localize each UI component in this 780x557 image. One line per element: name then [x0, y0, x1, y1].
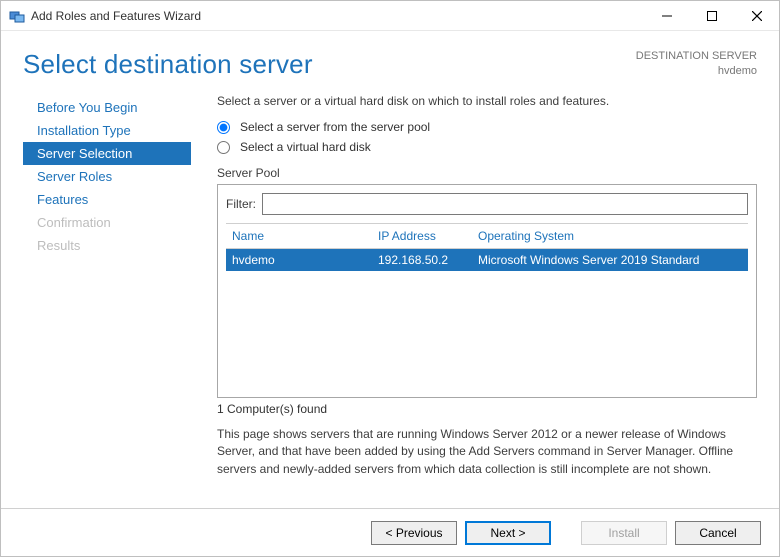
server-pool-box: Filter: Name IP Address Operating System… [217, 184, 757, 398]
maximize-button[interactable] [689, 1, 734, 30]
page-title: Select destination server [23, 49, 313, 80]
step-server-roles[interactable]: Server Roles [23, 165, 191, 188]
main-panel: Select a server or a virtual hard disk o… [191, 94, 757, 478]
radio-vhd-input[interactable] [217, 141, 230, 154]
button-bar: < Previous Next > Install Cancel [1, 508, 779, 556]
window-controls [644, 1, 779, 30]
destination-label: DESTINATION SERVER [636, 49, 757, 64]
radio-server-pool-input[interactable] [217, 121, 230, 134]
table-empty-area [226, 271, 748, 389]
computer-count: 1 Computer(s) found [217, 402, 757, 416]
table-row[interactable]: hvdemo 192.168.50.2 Microsoft Windows Se… [226, 249, 748, 271]
step-features[interactable]: Features [23, 188, 191, 211]
col-name[interactable]: Name [230, 229, 378, 243]
titlebar: Add Roles and Features Wizard [1, 1, 779, 31]
table-header: Name IP Address Operating System [226, 224, 748, 249]
radio-server-pool[interactable]: Select a server from the server pool [217, 120, 757, 134]
filter-input[interactable] [262, 193, 748, 215]
wizard-steps: Before You Begin Installation Type Serve… [23, 96, 191, 257]
server-pool-label: Server Pool [217, 166, 757, 180]
radio-server-pool-label: Select a server from the server pool [240, 120, 430, 134]
cell-ip: 192.168.50.2 [378, 253, 478, 267]
content-area: Select destination server DESTINATION SE… [1, 31, 779, 508]
install-button: Install [581, 521, 667, 545]
step-installation-type[interactable]: Installation Type [23, 119, 191, 142]
close-button[interactable] [734, 1, 779, 30]
cell-os: Microsoft Windows Server 2019 Standard [478, 253, 744, 267]
col-os[interactable]: Operating System [478, 229, 744, 243]
destination-value: hvdemo [636, 64, 757, 79]
step-confirmation: Confirmation [23, 211, 191, 234]
radio-vhd[interactable]: Select a virtual hard disk [217, 140, 757, 154]
radio-vhd-label: Select a virtual hard disk [240, 140, 371, 154]
instruction-text: Select a server or a virtual hard disk o… [217, 94, 757, 108]
filter-label: Filter: [226, 197, 256, 211]
footnote-text: This page shows servers that are running… [217, 426, 757, 478]
app-icon [9, 8, 25, 24]
cancel-button[interactable]: Cancel [675, 521, 761, 545]
previous-button[interactable]: < Previous [371, 521, 457, 545]
window-title: Add Roles and Features Wizard [31, 9, 644, 23]
col-ip[interactable]: IP Address [378, 229, 478, 243]
minimize-button[interactable] [644, 1, 689, 30]
step-results: Results [23, 234, 191, 257]
next-button[interactable]: Next > [465, 521, 551, 545]
server-table: Name IP Address Operating System hvdemo … [226, 223, 748, 389]
step-before-you-begin[interactable]: Before You Begin [23, 96, 191, 119]
destination-indicator: DESTINATION SERVER hvdemo [636, 49, 757, 79]
cell-name: hvdemo [230, 253, 378, 267]
step-server-selection[interactable]: Server Selection [23, 142, 191, 165]
